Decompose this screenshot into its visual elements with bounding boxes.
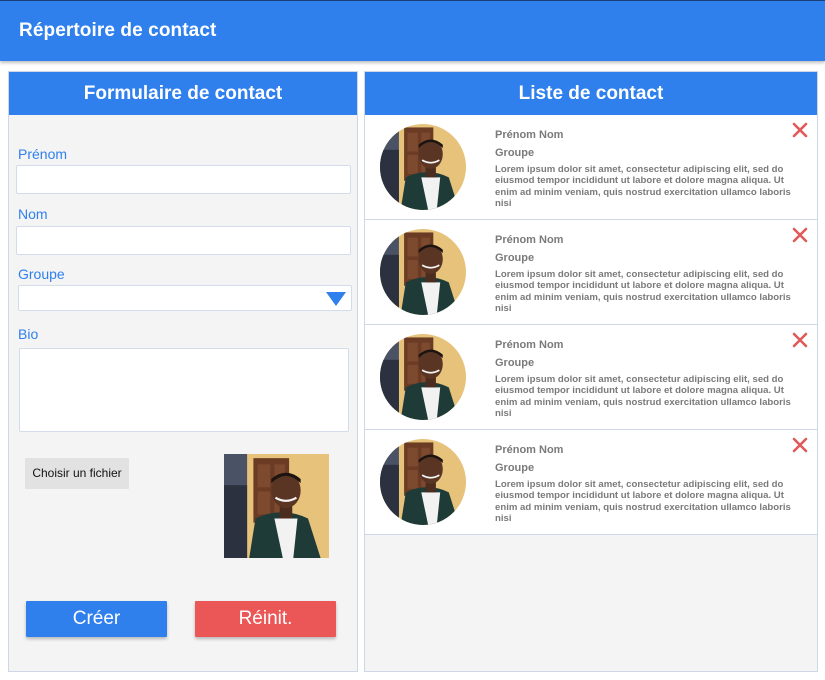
close-icon[interactable] (792, 437, 808, 453)
choose-file-button[interactable]: Choisir un fichier (25, 458, 129, 489)
contact-name: Prénom Nom (495, 339, 564, 351)
bio-textarea[interactable] (19, 348, 349, 432)
app-header: Répertoire de contact (0, 0, 825, 61)
contact-bio: Lorem ipsum dolor sit amet, consectetur … (495, 479, 791, 524)
close-icon[interactable] (792, 332, 808, 348)
list-title: Liste de contact (365, 72, 817, 115)
app-title: Répertoire de contact (19, 20, 217, 41)
contact-name: Prénom Nom (495, 444, 564, 456)
last-name-label: Nom (18, 206, 48, 222)
photo-preview (224, 454, 329, 558)
avatar (380, 334, 466, 420)
contact-card[interactable]: Prénom Nom Groupe Lorem ipsum dolor sit … (365, 220, 817, 325)
reset-button[interactable]: Réinit. (195, 601, 336, 637)
contact-card[interactable]: Prénom Nom Groupe Lorem ipsum dolor sit … (365, 325, 817, 430)
group-label: Groupe (18, 266, 65, 282)
contact-name: Prénom Nom (495, 129, 564, 141)
close-icon[interactable] (792, 227, 808, 243)
first-name-label: Prénom (18, 146, 68, 162)
contact-card[interactable]: Prénom Nom Groupe Lorem ipsum dolor sit … (365, 115, 817, 220)
form-title: Formulaire de contact (9, 72, 357, 115)
contact-list-panel: Liste de contact Prénom Nom Groupe Lorem… (364, 71, 818, 672)
contact-group: Groupe (495, 147, 535, 159)
group-select[interactable] (18, 285, 352, 311)
close-icon[interactable] (792, 122, 808, 138)
contact-bio: Lorem ipsum dolor sit amet, consectetur … (495, 374, 791, 419)
avatar (380, 439, 466, 525)
triangle-down-icon[interactable] (326, 292, 346, 306)
first-name-input[interactable] (16, 165, 351, 194)
contact-form-panel: Formulaire de contact Prénom Nom Groupe … (8, 71, 358, 672)
create-button[interactable]: Créer (26, 601, 167, 637)
bio-label: Bio (18, 326, 39, 342)
contact-group: Groupe (495, 252, 535, 264)
contact-name: Prénom Nom (495, 234, 564, 246)
contact-card[interactable]: Prénom Nom Groupe Lorem ipsum dolor sit … (365, 430, 817, 535)
avatar (380, 229, 466, 315)
contact-group: Groupe (495, 357, 535, 369)
contact-bio: Lorem ipsum dolor sit amet, consectetur … (495, 269, 791, 314)
avatar (380, 124, 466, 210)
contact-group: Groupe (495, 462, 535, 474)
last-name-input[interactable] (16, 226, 351, 255)
contact-bio: Lorem ipsum dolor sit amet, consectetur … (495, 164, 791, 209)
